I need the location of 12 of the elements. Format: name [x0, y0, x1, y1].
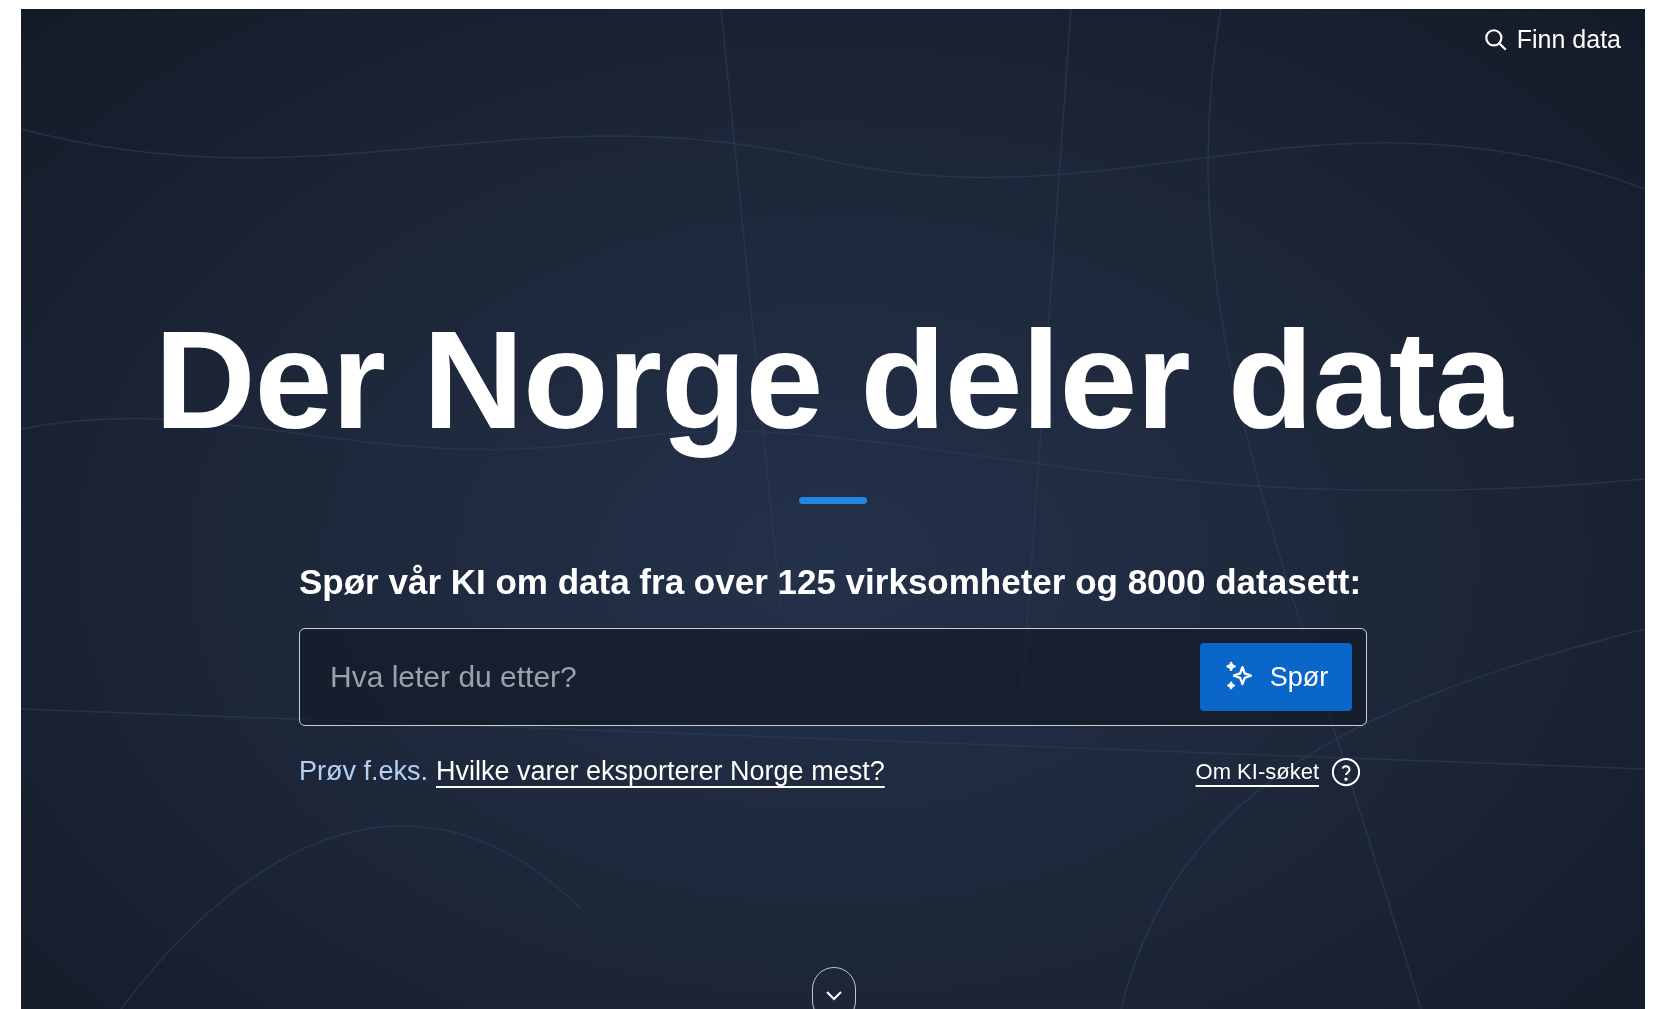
- hero-subtitle: Spør vår KI om data fra over 125 virksomheter og 8000 datasett:: [299, 562, 1363, 602]
- about-ai-search-link[interactable]: Om KI-søket: [1195, 758, 1319, 785]
- help-icon[interactable]: [1331, 756, 1361, 787]
- example-question-link[interactable]: Hvilke varer eksporterer Norge mest?: [436, 756, 885, 787]
- hero-title: Der Norge deler data: [154, 300, 1512, 460]
- accent-bar: [799, 497, 867, 504]
- find-data-link[interactable]: Finn data: [1482, 25, 1621, 54]
- ask-button[interactable]: Spør: [1200, 643, 1352, 711]
- search-field[interactable]: Hva leter du etter? Spør: [299, 628, 1367, 726]
- example-prefix: Prøv f.eks.: [299, 756, 428, 787]
- search-icon: [1482, 26, 1509, 53]
- chevron-down-icon: [825, 990, 843, 1002]
